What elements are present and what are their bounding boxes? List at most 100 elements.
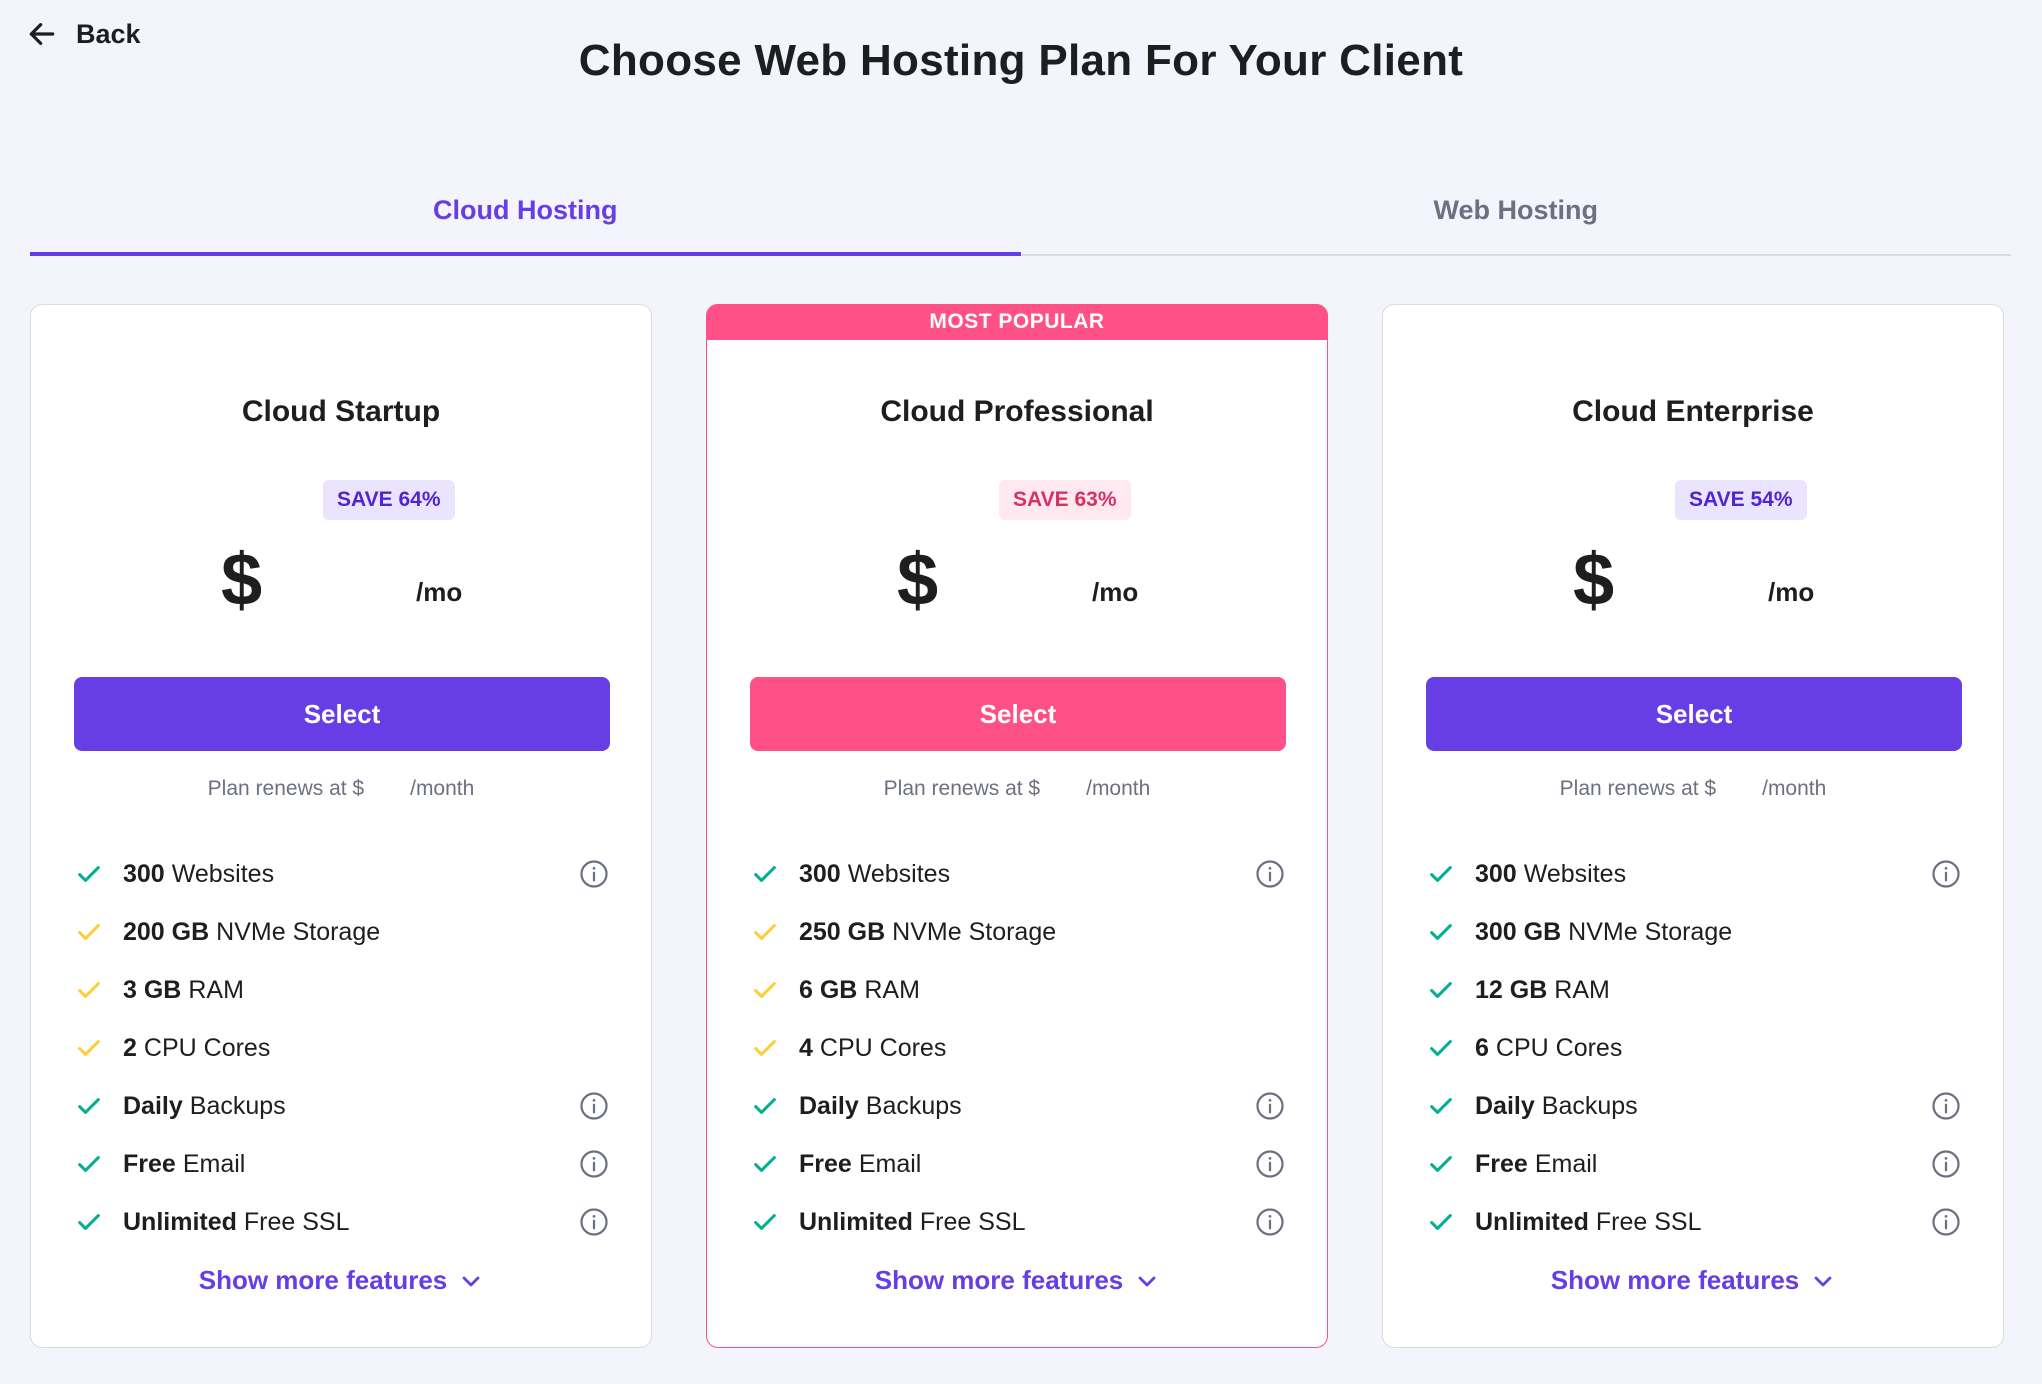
feature-value: Daily: [799, 1091, 859, 1120]
renewal-prefix: Plan renews at $: [1559, 777, 1717, 800]
feature-label: Free SSL: [919, 1207, 1026, 1236]
info-icon[interactable]: [579, 1149, 609, 1179]
most-popular-ribbon: MOST POPULAR: [706, 304, 1328, 340]
renewal-note: Plan renews at $ /month: [707, 777, 1327, 801]
plan-name: Cloud Enterprise: [1572, 395, 1814, 428]
feature-value: Daily: [123, 1091, 183, 1120]
renewal-suffix: /month: [410, 777, 475, 800]
feature-value: 300 GB: [1475, 917, 1562, 946]
check-icon: [1430, 1214, 1452, 1230]
info-icon[interactable]: [1931, 859, 1961, 889]
plan-card: Cloud Startup SAVE 64% $ /mo Select Plan rene…: [30, 304, 652, 1348]
plan-name: Cloud Startup: [241, 395, 441, 428]
feature-value: 6 GB: [799, 975, 858, 1004]
info-icon[interactable]: [1255, 1149, 1285, 1179]
tab-web-hosting[interactable]: Web Hosting: [1021, 180, 2012, 254]
feature-item: Daily Backups: [1427, 1077, 1961, 1135]
check-icon: [754, 1098, 776, 1114]
page-title: Choose Web Hosting Plan For Your Client: [578, 36, 1464, 85]
feature-value: 300: [123, 859, 165, 888]
feature-item: Free Email: [751, 1135, 1285, 1193]
feature-item: 300 GB NVMe Storage: [1427, 903, 1961, 961]
feature-label: CPU Cores: [1495, 1033, 1623, 1062]
feature-list: 300 Websites 200 GB NVMe Storage 3 GB RA…: [75, 845, 609, 1251]
info-icon[interactable]: [1931, 1091, 1961, 1121]
feature-item: 3 GB RAM: [75, 961, 609, 1019]
save-badge: SAVE 63%: [999, 480, 1131, 520]
info-icon[interactable]: [1931, 1149, 1961, 1179]
renewal-suffix: /month: [1762, 777, 1827, 800]
feature-value: Free: [1475, 1149, 1528, 1178]
show-more-features-link[interactable]: Show more features: [1383, 1265, 2003, 1296]
feature-label: Free SSL: [243, 1207, 350, 1236]
feature-item: Daily Backups: [751, 1077, 1285, 1135]
show-more-features-link[interactable]: Show more features: [31, 1265, 651, 1296]
feature-value: Free: [799, 1149, 852, 1178]
feature-item: Unlimited Free SSL: [75, 1193, 609, 1251]
price-currency: $: [1573, 538, 1615, 621]
chevron-down-icon: [1814, 1276, 1832, 1286]
feature-item: 2 CPU Cores: [75, 1019, 609, 1077]
feature-item: 6 CPU Cores: [1427, 1019, 1961, 1077]
check-icon: [1430, 1040, 1452, 1056]
select-button[interactable]: Select: [750, 677, 1286, 751]
show-more-label: Show more features: [1550, 1265, 1800, 1295]
save-badge: SAVE 54%: [1675, 480, 1807, 520]
renewal-suffix: /month: [1086, 777, 1151, 800]
feature-item: 300 Websites: [751, 845, 1285, 903]
tab-cloud-hosting[interactable]: Cloud Hosting: [30, 180, 1021, 256]
price-period: /mo: [1092, 577, 1139, 607]
feature-label: RAM: [188, 975, 244, 1004]
feature-value: Free: [123, 1149, 176, 1178]
feature-label: NVMe Storage: [216, 917, 381, 946]
price-currency: $: [897, 538, 939, 621]
price-period: /mo: [416, 577, 463, 607]
info-icon[interactable]: [579, 859, 609, 889]
info-icon[interactable]: [579, 1207, 609, 1237]
feature-item: 12 GB RAM: [1427, 961, 1961, 1019]
check-icon: [754, 924, 776, 940]
renewal-note: Plan renews at $ /month: [31, 777, 651, 801]
feature-label: NVMe Storage: [1568, 917, 1733, 946]
feature-item: 4 CPU Cores: [751, 1019, 1285, 1077]
check-icon: [78, 1156, 100, 1172]
check-icon: [78, 1214, 100, 1230]
check-icon: [78, 924, 100, 940]
feature-value: Unlimited: [799, 1207, 913, 1236]
feature-label: Backups: [1541, 1091, 1638, 1120]
info-icon[interactable]: [579, 1091, 609, 1121]
info-icon[interactable]: [1255, 859, 1285, 889]
feature-label: CPU Cores: [819, 1033, 947, 1062]
feature-value: Daily: [1475, 1091, 1535, 1120]
select-button[interactable]: Select: [74, 677, 610, 751]
renewal-prefix: Plan renews at $: [883, 777, 1041, 800]
price-period: /mo: [1768, 577, 1815, 607]
feature-item: 300 Websites: [1427, 845, 1961, 903]
select-button[interactable]: Select: [1426, 677, 1962, 751]
feature-value: 4: [799, 1033, 813, 1062]
check-icon: [1430, 982, 1452, 998]
info-icon[interactable]: [1931, 1207, 1961, 1237]
info-icon[interactable]: [1255, 1091, 1285, 1121]
feature-label: Backups: [189, 1091, 286, 1120]
feature-label: Email: [858, 1149, 922, 1178]
check-icon: [78, 866, 100, 882]
feature-list: 300 Websites 250 GB NVMe Storage 6 GB RA…: [751, 845, 1285, 1251]
renewal-note: Plan renews at $ /month: [1383, 777, 2003, 801]
check-icon: [1430, 1156, 1452, 1172]
feature-label: Websites: [1523, 859, 1627, 888]
check-icon: [754, 866, 776, 882]
feature-label: CPU Cores: [143, 1033, 271, 1062]
feature-item: 6 GB RAM: [751, 961, 1285, 1019]
feature-item: Daily Backups: [75, 1077, 609, 1135]
chevron-down-icon: [462, 1276, 480, 1286]
save-badge: SAVE 64%: [323, 480, 455, 520]
show-more-features-link[interactable]: Show more features: [707, 1265, 1327, 1296]
info-icon[interactable]: [1255, 1207, 1285, 1237]
renewal-prefix: Plan renews at $: [207, 777, 365, 800]
plan-cards: Cloud Startup SAVE 64% $ /mo Select Plan rene…: [30, 304, 2004, 1348]
feature-value: 3 GB: [123, 975, 182, 1004]
feature-value: 300: [799, 859, 841, 888]
feature-item: Unlimited Free SSL: [751, 1193, 1285, 1251]
feature-item: 300 Websites: [75, 845, 609, 903]
